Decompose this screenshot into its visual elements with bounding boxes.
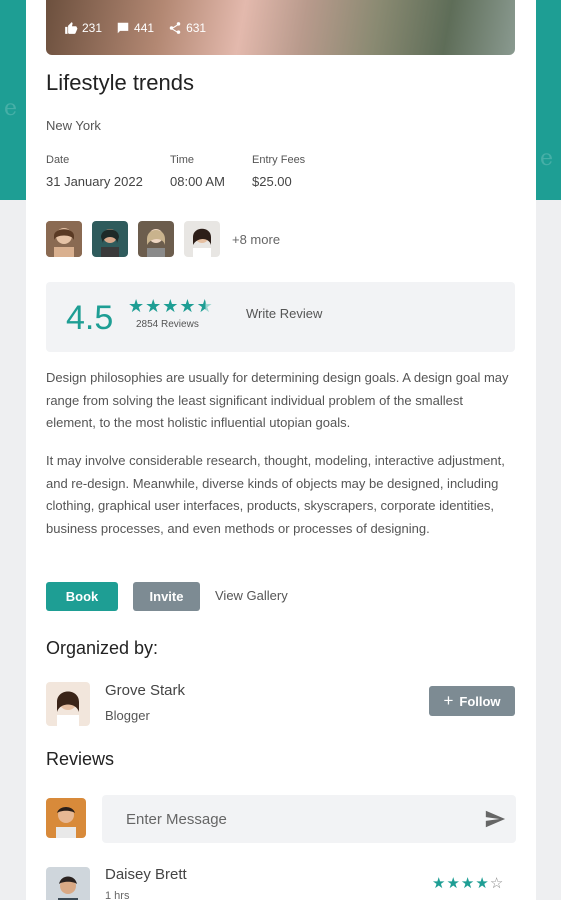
star-icon: ★: [432, 875, 447, 892]
engagement-stats: 231 441 631: [64, 21, 206, 35]
review-stars: ★★★★☆: [432, 874, 504, 892]
description-paragraph-2: It may involve considerable research, th…: [46, 453, 505, 536]
star-icon: ★: [460, 875, 476, 892]
avatar[interactable]: [92, 221, 128, 257]
fee-label: Entry Fees: [252, 154, 306, 166]
write-review-link[interactable]: Write Review: [246, 306, 322, 321]
review-message-input[interactable]: [102, 795, 516, 843]
attendee-list: +8 more: [46, 221, 280, 257]
organizer-section-title: Organized by:: [46, 638, 159, 658]
event-fee: Entry Fees $25.00: [252, 154, 305, 189]
current-user-avatar: [46, 798, 86, 838]
review-author-name: Daisey Brett: [105, 866, 187, 883]
rating-score: 4.5: [66, 299, 114, 337]
fee-value: $25.00: [252, 174, 292, 189]
star-icon: ★: [162, 296, 180, 316]
comments-stat[interactable]: 441: [116, 21, 154, 35]
event-detail-card: 231 441 631 Lifestyle trends New York Da…: [26, 0, 536, 900]
event-time: Time 08:00 AM: [170, 154, 225, 189]
star-icon: ★: [128, 296, 146, 316]
avatar[interactable]: [138, 221, 174, 257]
event-cover-image: 231 441 631: [46, 0, 515, 55]
follow-label: Follow: [459, 693, 501, 709]
decor-glyph: e: [4, 96, 18, 121]
comment-icon: [117, 22, 129, 34]
reviews-count: 2854 Reviews: [136, 319, 199, 330]
star-icon: ★: [446, 875, 461, 892]
event-date: Date 31 January 2022: [46, 154, 143, 189]
date-value: 31 January 2022: [46, 174, 143, 189]
star-icon: ★: [475, 875, 490, 892]
plus-icon: +: [443, 691, 454, 710]
rating-panel: 4.5 ★★★★★ 2854 Reviews Write Review: [46, 282, 515, 352]
comments-count: 441: [134, 21, 155, 35]
star-half-icon: ★: [196, 296, 214, 316]
view-gallery-link[interactable]: View Gallery: [215, 588, 288, 603]
shares-count: 631: [186, 21, 207, 35]
send-icon[interactable]: [484, 808, 506, 830]
reviews-section-title: Reviews: [46, 749, 115, 769]
shares-stat[interactable]: 631: [168, 21, 206, 35]
likes-stat[interactable]: 231: [64, 21, 102, 35]
date-label: Date: [46, 154, 70, 166]
more-attendees-link[interactable]: +8 more: [232, 232, 280, 247]
review-author-avatar[interactable]: [46, 867, 90, 900]
thumbs-up-icon: [65, 22, 78, 34]
time-label: Time: [170, 154, 195, 166]
likes-count: 231: [82, 21, 103, 35]
rating-stars: ★★★★★: [128, 296, 214, 317]
avatar[interactable]: [46, 221, 82, 257]
invite-button[interactable]: Invite: [133, 582, 200, 611]
description-paragraph-1: Design philosophies are usually for dete…: [46, 370, 509, 430]
review-time: 1 hrs: [105, 890, 130, 900]
follow-button[interactable]: + Follow: [429, 686, 515, 716]
time-value: 08:00 AM: [170, 174, 225, 189]
organizer-name: Grove Stark: [105, 682, 186, 699]
book-button[interactable]: Book: [46, 582, 118, 611]
organizer-avatar[interactable]: [46, 682, 90, 726]
decor-glyph: e: [540, 146, 554, 171]
star-icon: ★: [179, 296, 197, 316]
event-location: New York: [46, 118, 101, 133]
avatar[interactable]: [184, 221, 220, 257]
star-outline-icon: ☆: [489, 875, 505, 892]
organizer-role: Blogger: [105, 708, 150, 723]
star-icon: ★: [145, 296, 163, 316]
event-title: Lifestyle trends: [46, 70, 194, 95]
share-icon: [169, 22, 181, 34]
